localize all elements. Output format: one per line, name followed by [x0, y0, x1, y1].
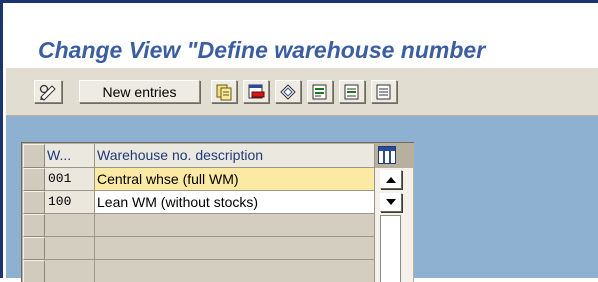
title-bar: Change View "Define warehouse number [6, 6, 598, 68]
select-all-rows-cell[interactable] [23, 144, 45, 168]
table-settings-button[interactable] [378, 146, 396, 164]
page-title: Change View "Define warehouse number [38, 37, 486, 63]
copy-button[interactable] [211, 80, 237, 103]
scroll-up-button[interactable] [380, 170, 402, 189]
row-selector[interactable] [23, 191, 45, 214]
arrow-up-icon [386, 177, 396, 183]
new-entries-button[interactable]: New entries [79, 80, 200, 103]
warehouse-table: W... Warehouse no. description 001 Centr… [21, 142, 414, 282]
column-header-warehouse-number[interactable]: W... [45, 144, 95, 168]
delete-icon [248, 84, 265, 98]
select-all-icon [312, 84, 327, 99]
select-all-button[interactable] [307, 80, 333, 103]
select-block-icon [344, 84, 359, 99]
arrow-down-icon [386, 199, 396, 205]
new-entries-label: New entries [102, 83, 177, 100]
empty-cell [95, 260, 375, 282]
empty-cell [45, 260, 95, 282]
row-selector[interactable] [23, 214, 45, 237]
empty-cell [95, 214, 375, 237]
select-block-button[interactable] [339, 80, 365, 103]
empty-cell [45, 237, 95, 260]
warehouse-number-cell: 001 [45, 168, 95, 191]
empty-cell [95, 237, 375, 260]
copy-icon [216, 84, 232, 100]
warehouse-description-field[interactable]: Central whse (full WM) [95, 168, 375, 191]
deselect-all-button[interactable] [371, 80, 397, 103]
deselect-all-icon [376, 84, 391, 99]
application-toolbar: New entries [6, 68, 598, 116]
row-selector[interactable] [23, 168, 45, 191]
delete-button[interactable] [243, 80, 269, 103]
warehouse-description-field[interactable]: Lean WM (without stocks) [95, 191, 375, 214]
warehouse-number-cell: 100 [45, 191, 95, 214]
scroll-track[interactable] [380, 215, 401, 282]
change-display-icon [39, 84, 56, 101]
row-selector[interactable] [23, 237, 45, 260]
main-content-area: W... Warehouse no. description 001 Centr… [6, 116, 598, 282]
table-settings-icon [379, 147, 395, 163]
undo-icon [280, 83, 296, 100]
sap-window: Change View "Define warehouse number New… [0, 0, 598, 282]
row-selector[interactable] [23, 260, 45, 282]
undo-change-button[interactable] [275, 80, 301, 103]
column-header-description[interactable]: Warehouse no. description [95, 144, 375, 168]
scroll-down-button[interactable] [380, 193, 402, 212]
empty-cell [45, 214, 95, 237]
table-vertical-scrollbar[interactable] [375, 168, 413, 282]
display-change-button[interactable] [34, 80, 62, 103]
